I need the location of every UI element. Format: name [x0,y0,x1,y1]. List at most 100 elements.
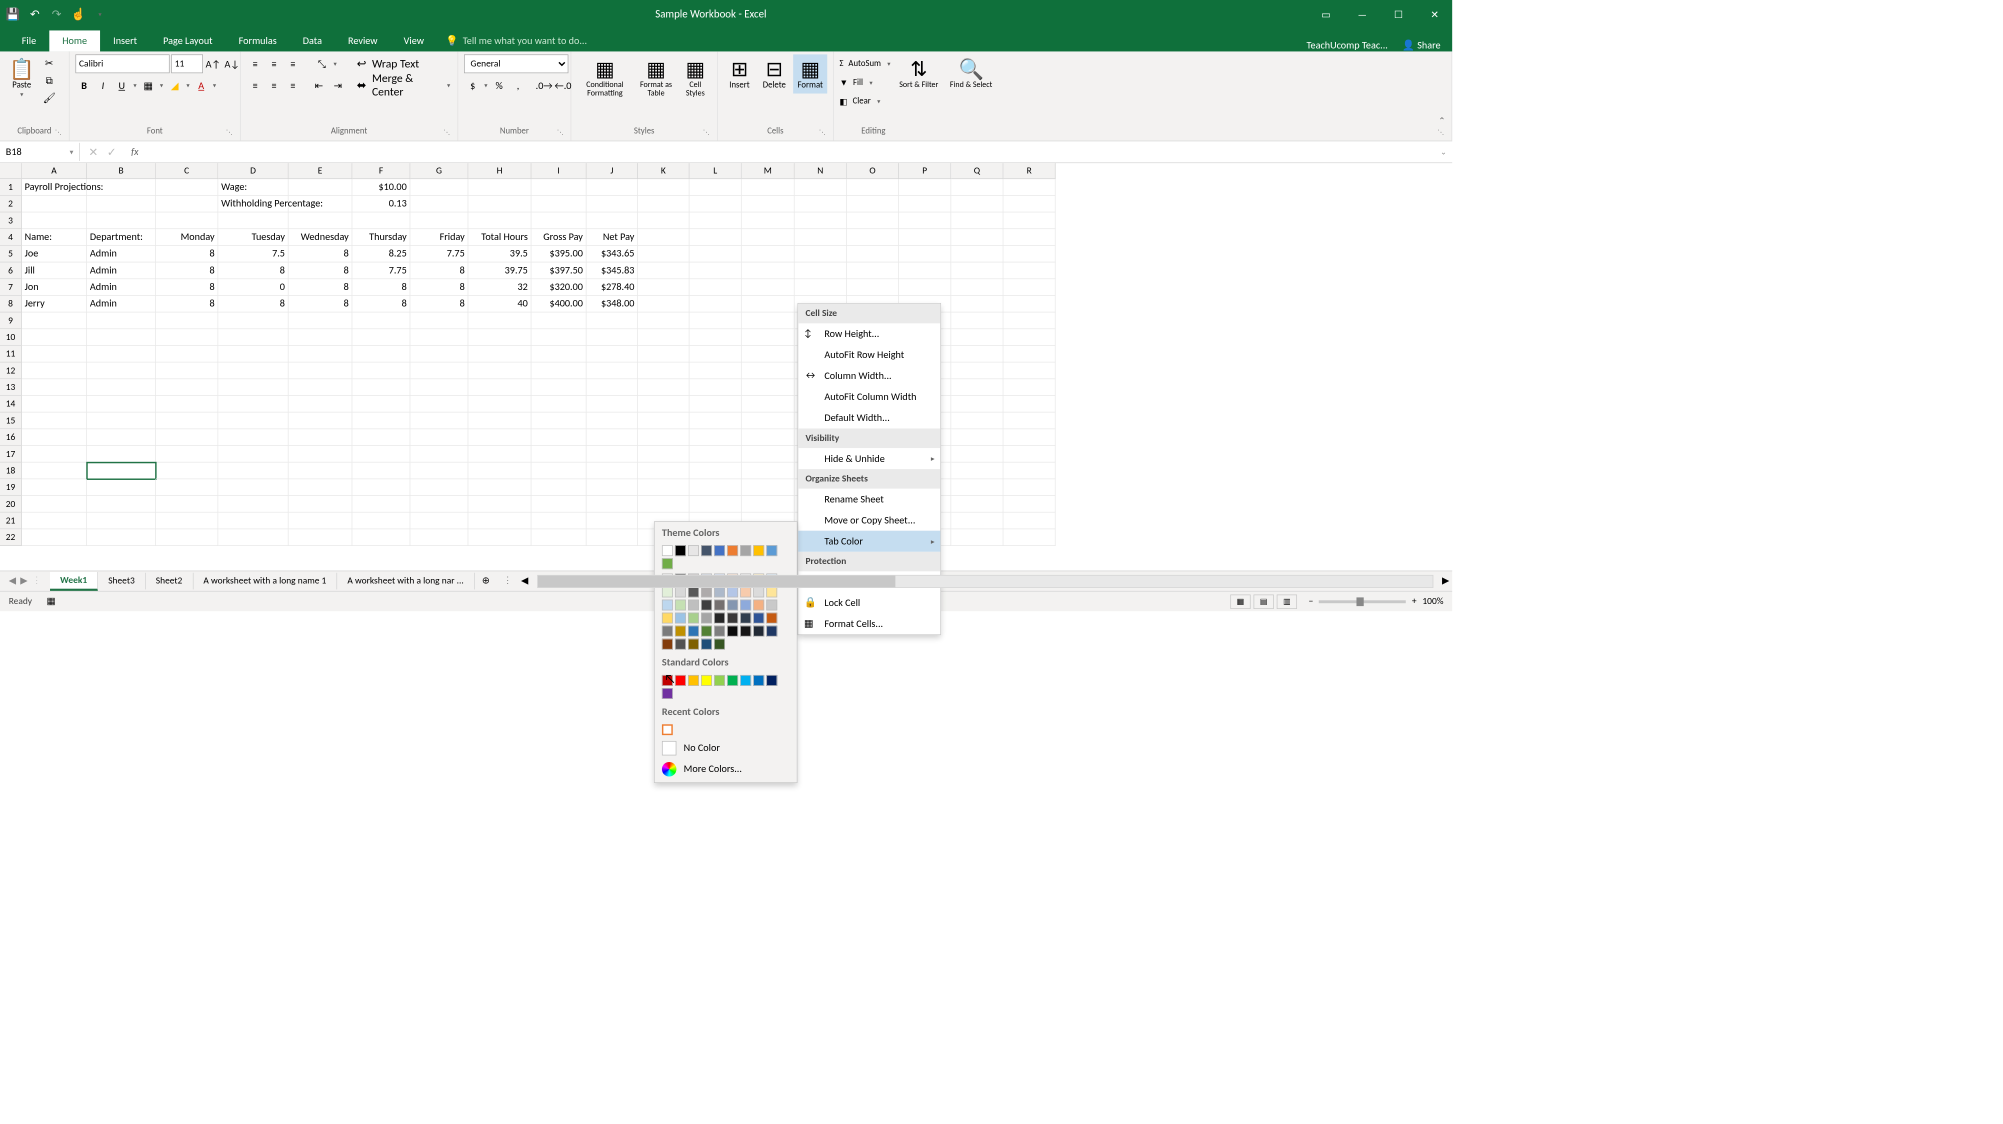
cell-M8[interactable] [742,296,795,313]
col-header-A[interactable]: A [22,163,87,179]
cell-Q18[interactable] [951,463,1003,480]
conditional-formatting-button[interactable]: ▦Conditional Formatting [577,54,633,101]
color-swatch[interactable] [740,600,751,611]
cell-D2[interactable]: Withholding Percentage: [218,196,288,213]
cell-Q14[interactable] [951,396,1003,413]
cell-R21[interactable] [1003,513,1055,530]
cell-R22[interactable] [1003,529,1055,546]
cell-C14[interactable] [156,396,218,413]
cell-G9[interactable] [410,312,468,329]
cell-L16[interactable] [689,429,741,446]
cell-H4[interactable]: Total Hours [468,229,531,246]
cell-A19[interactable] [22,479,87,496]
row-header-1[interactable]: 1 [0,179,22,196]
col-header-O[interactable]: O [847,163,899,179]
cell-N7[interactable] [795,279,847,296]
cell-C9[interactable] [156,312,218,329]
cell-M18[interactable] [742,463,795,480]
cell-A13[interactable] [22,379,87,396]
row-header-2[interactable]: 2 [0,196,22,213]
cell-R12[interactable] [1003,363,1055,380]
cell-H18[interactable] [468,463,531,480]
cell-L14[interactable] [689,396,741,413]
cell-I4[interactable]: Gross Pay [531,229,586,246]
cell-E9[interactable] [289,312,353,329]
color-swatch[interactable] [701,675,712,686]
row-header-5[interactable]: 5 [0,246,22,263]
cell-O6[interactable] [847,262,899,279]
enter-formula-icon[interactable]: ✓ [107,145,117,160]
cell-O3[interactable] [847,212,899,229]
cell-M1[interactable] [742,179,795,196]
cell-L2[interactable] [689,196,741,213]
underline-button[interactable]: U [113,77,130,94]
cell-Q1[interactable] [951,179,1003,196]
orientation-icon[interactable]: ⤡ [313,55,330,72]
cell-C12[interactable] [156,363,218,380]
color-swatch[interactable] [662,613,673,624]
cell-L8[interactable] [689,296,741,313]
cell-J6[interactable]: $345.83 [587,262,638,279]
tab-insert[interactable]: Insert [100,30,150,51]
menu-column-width[interactable]: ↔Column Width... [798,365,940,386]
cell-L3[interactable] [689,212,741,229]
col-header-Q[interactable]: Q [951,163,1003,179]
menu-tab-color[interactable]: Tab Color [798,531,940,552]
menu-rename-sheet[interactable]: Rename Sheet [798,489,940,510]
no-color-item[interactable]: No Color [655,737,797,758]
cell-M15[interactable] [742,413,795,430]
cell-J7[interactable]: $278.40 [587,279,638,296]
fill-color-button[interactable]: ◢ [166,77,183,94]
cell-C2[interactable] [156,196,218,213]
row-header-8[interactable]: 8 [0,296,22,313]
cell-I21[interactable] [531,513,586,530]
cell-J15[interactable] [587,413,638,430]
cell-A11[interactable] [22,346,87,363]
cell-B19[interactable] [87,479,156,496]
zoom-slider[interactable] [1319,600,1406,603]
cell-E11[interactable] [289,346,353,363]
cell-Q8[interactable] [951,296,1003,313]
cell-D12[interactable] [218,363,288,380]
cell-K3[interactable] [638,212,689,229]
fx-label[interactable]: fx [125,146,144,158]
add-sheet-button[interactable]: ⊕ [475,573,497,590]
cell-D21[interactable] [218,513,288,530]
color-swatch[interactable] [662,626,673,637]
cell-I1[interactable] [531,179,586,196]
cell-E4[interactable]: Wednesday [289,229,353,246]
cell-J13[interactable] [587,379,638,396]
cell-R8[interactable] [1003,296,1055,313]
cell-G15[interactable] [410,413,468,430]
cell-J22[interactable] [587,529,638,546]
cell-P2[interactable] [899,196,951,213]
cell-A21[interactable] [22,513,87,530]
row-header-9[interactable]: 9 [0,312,22,329]
color-swatch[interactable] [688,613,699,624]
cell-J4[interactable]: Net Pay [587,229,638,246]
cell-L15[interactable] [689,413,741,430]
cell-G16[interactable] [410,429,468,446]
cell-D8[interactable]: 8 [218,296,288,313]
cell-Q3[interactable] [951,212,1003,229]
cell-R4[interactable] [1003,229,1055,246]
cell-A2[interactable] [22,196,87,213]
percent-icon[interactable]: % [490,77,507,94]
col-header-D[interactable]: D [218,163,288,179]
color-swatch[interactable] [714,587,725,598]
italic-button[interactable]: I [94,77,111,94]
horizontal-scrollbar[interactable] [537,575,1433,588]
page-break-view-icon[interactable]: ▥ [1277,594,1297,609]
cell-L6[interactable] [689,262,741,279]
cell-H10[interactable] [468,329,531,346]
menu-autofit-col-width[interactable]: AutoFit Column Width [798,386,940,407]
color-swatch[interactable] [740,587,751,598]
cell-K11[interactable] [638,346,689,363]
color-swatch[interactable] [753,600,764,611]
row-header-14[interactable]: 14 [0,396,22,413]
cell-F2[interactable]: 0.13 [352,196,410,213]
decrease-indent-icon[interactable]: ⇤ [310,77,327,94]
cell-E21[interactable] [289,513,353,530]
cell-Q4[interactable] [951,229,1003,246]
cell-L12[interactable] [689,363,741,380]
